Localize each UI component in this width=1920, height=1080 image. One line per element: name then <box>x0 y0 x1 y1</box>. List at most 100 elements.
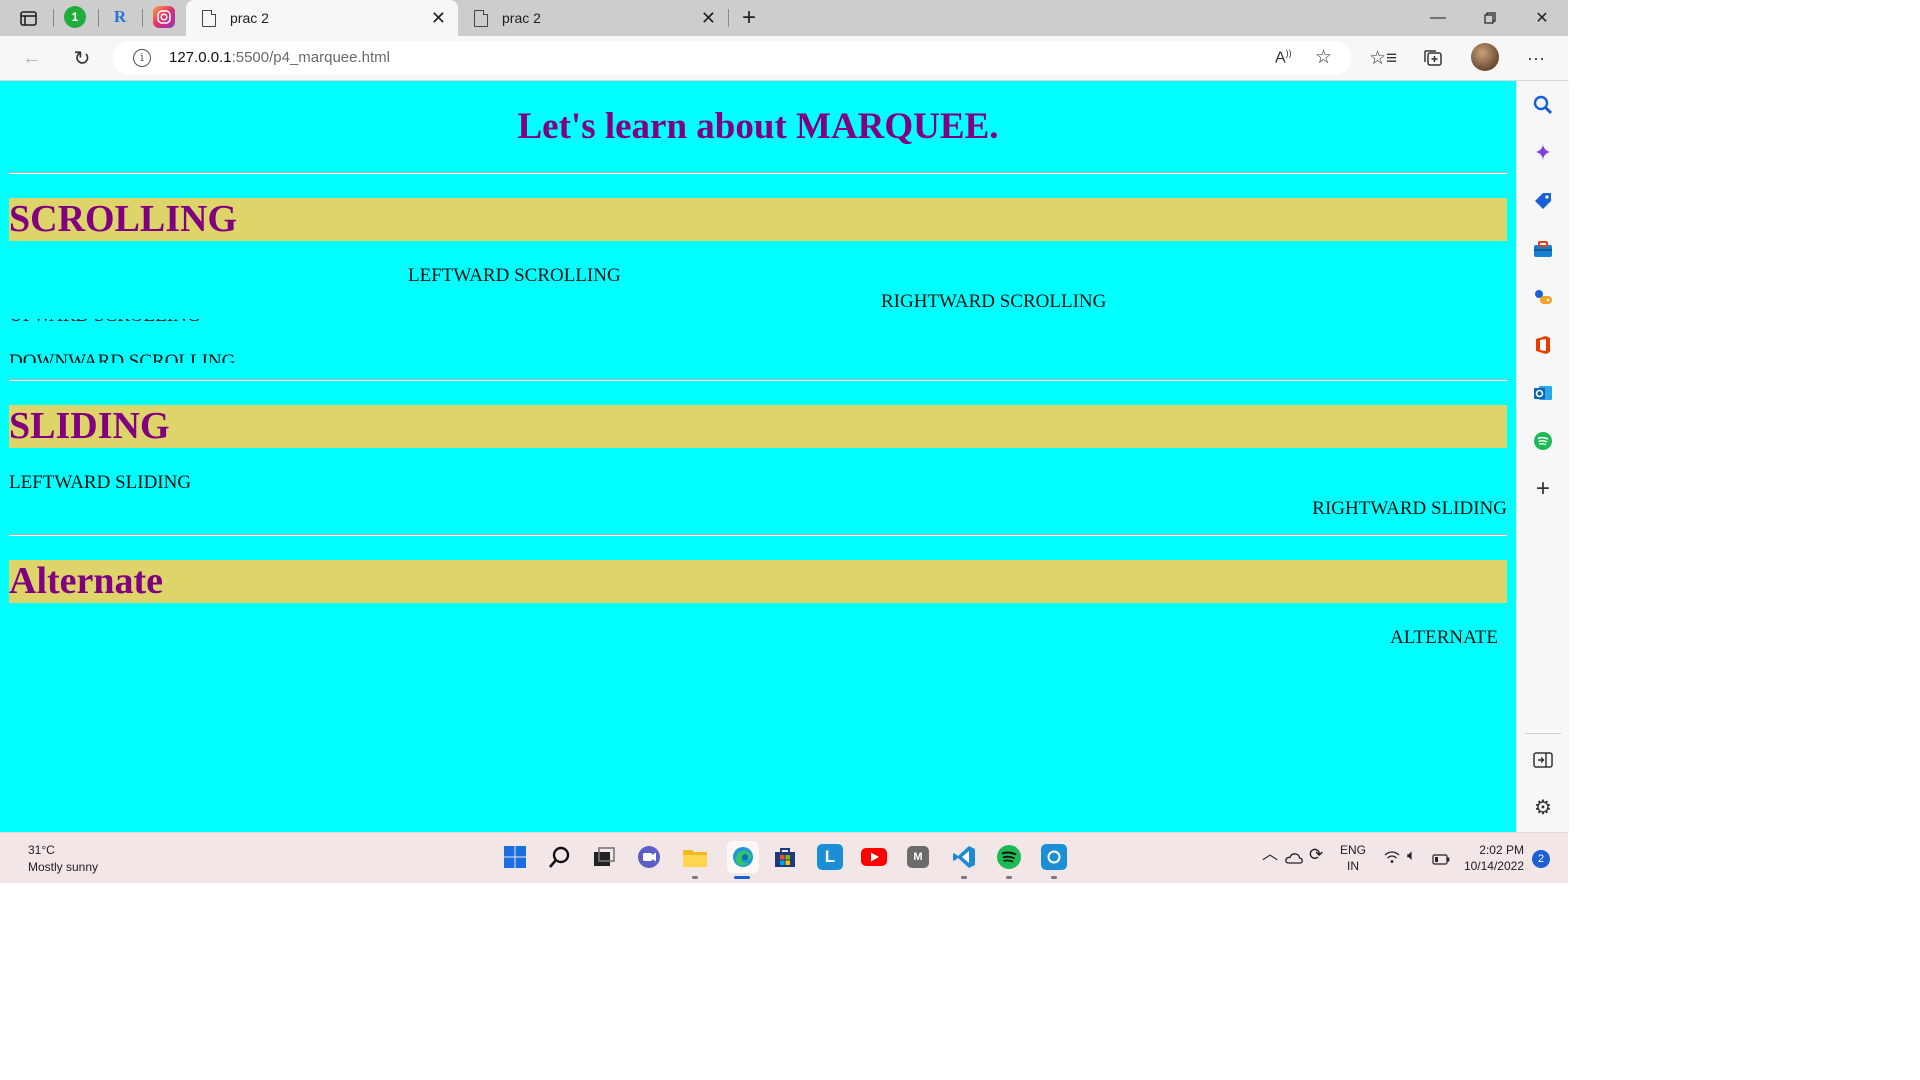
l-app-button[interactable]: L <box>817 844 843 870</box>
pinned-tab-instagram[interactable] <box>153 6 175 28</box>
divider <box>9 379 1507 381</box>
sync-icon: ⟳ <box>1309 845 1324 864</box>
sidebar-spotify-button[interactable] <box>1531 429 1555 453</box>
spotify-icon <box>1534 432 1552 450</box>
chevron-up-icon: ︿ <box>1262 846 1279 863</box>
sidebar-settings-button[interactable]: ⚙ <box>1531 795 1555 819</box>
restore-button[interactable] <box>1464 0 1516 36</box>
document-icon <box>474 9 488 27</box>
l-app-icon: L <box>824 847 836 866</box>
weather-temp: 31°C <box>28 843 55 857</box>
show-hidden-icons-button[interactable]: ︿ <box>1262 847 1278 863</box>
add-favorite-icon[interactable]: ☆ <box>1315 46 1332 69</box>
plus-icon: + <box>741 4 756 31</box>
clock-date: 10/14/2022 <box>1463 859 1524 873</box>
copilot-icon: ✦ <box>1533 140 1553 165</box>
marquee-leftward-sliding: LEFTWARD SLIDING <box>9 472 192 493</box>
favorites-button[interactable]: ☆≡ <box>1368 44 1398 72</box>
close-tab-icon[interactable]: ✕ <box>431 8 446 29</box>
sidebar-office-button[interactable] <box>1531 333 1555 357</box>
divider <box>9 172 1507 174</box>
edge-button[interactable] <box>727 841 759 873</box>
clock-time: 2:02 PM <box>1479 843 1524 857</box>
sidebar-outlook-button[interactable] <box>1531 381 1555 405</box>
favorites-icon: ☆≡ <box>1368 47 1398 69</box>
sidebar-copilot-button[interactable]: ✦ <box>1531 140 1555 165</box>
settings-more-button[interactable]: ··· <box>1521 44 1551 72</box>
restore-icon <box>1484 12 1496 24</box>
back-arrow-icon: ← <box>22 46 42 69</box>
notification-badge[interactable]: 2 <box>1532 850 1550 868</box>
sidebar-tools-button[interactable] <box>1531 237 1555 261</box>
new-tab-button[interactable]: + <box>734 4 764 32</box>
shopping-tag-icon <box>1535 193 1551 209</box>
section-heading-alternate: Alternate <box>9 560 1507 603</box>
tab-actions-button[interactable] <box>13 4 43 32</box>
close-tab-icon[interactable]: ✕ <box>701 8 716 29</box>
file-explorer-icon <box>683 850 707 867</box>
language-indicator[interactable]: ENG IN <box>1340 842 1366 874</box>
address-bar[interactable]: i 127.0.0.1:5500/p4_marquee.html A)) ☆ <box>113 41 1351 75</box>
tab-separator <box>142 9 143 27</box>
volume-button[interactable]: 🔈︎ <box>1407 848 1416 864</box>
file-explorer-button[interactable] <box>682 844 708 870</box>
browser-toolbar: ← ↻ i 127.0.0.1:5500/p4_marquee.html A))… <box>0 36 1568 81</box>
sidebar-divider <box>1525 733 1561 734</box>
onedrive-button[interactable] <box>1285 851 1303 869</box>
spotify-taskbar-button[interactable] <box>996 844 1022 870</box>
youtube-button[interactable] <box>861 844 887 870</box>
sidebar-add-button[interactable]: + <box>1531 475 1555 502</box>
weather-widget[interactable]: 31°C Mostly sunny <box>28 842 98 876</box>
outlook-icon <box>1534 386 1552 400</box>
section-heading-sliding: SLIDING <box>9 405 1507 448</box>
read-aloud-icon[interactable]: A)) <box>1275 48 1292 67</box>
store-icon <box>775 848 795 867</box>
back-button[interactable]: ← <box>17 44 47 72</box>
tab-prac-2[interactable]: prac 2 ✕ <box>458 0 728 36</box>
sidebar-split-screen-button[interactable] <box>1531 748 1555 772</box>
language-code: ENG <box>1340 843 1367 857</box>
sync-button[interactable]: ⟳ <box>1309 845 1324 864</box>
wifi-button[interactable] <box>1384 850 1400 869</box>
windows-taskbar: 31°C Mostly sunny L M ︿ ⟳ ENG IN 🔈︎ 2:02… <box>0 832 1568 883</box>
url-text[interactable]: 127.0.0.1:5500/p4_marquee.html <box>169 49 390 66</box>
wifi-icon <box>1384 851 1400 863</box>
tools-icon <box>1534 241 1552 257</box>
battery-button[interactable] <box>1432 852 1450 870</box>
close-window-button[interactable]: ✕ <box>1516 0 1568 36</box>
tab-prac-2-active[interactable]: prac 2 ✕ <box>186 0 458 36</box>
marquee-rightward-sliding: RIGHTWARD SLIDING <box>1312 498 1507 519</box>
page-viewport: Let's learn about MARQUEE. SCROLLING LEF… <box>0 81 1516 832</box>
store-button[interactable] <box>772 844 798 870</box>
minimize-button[interactable]: — <box>1412 0 1464 36</box>
profile-avatar[interactable] <box>1471 43 1499 71</box>
start-button[interactable] <box>502 844 528 870</box>
site-info-icon[interactable]: i <box>133 49 151 67</box>
pinned-tab-r[interactable]: R <box>109 6 131 28</box>
page-title: Let's learn about MARQUEE. <box>517 106 999 147</box>
taskbar-search-button[interactable] <box>547 844 573 870</box>
teams-chat-button[interactable] <box>636 844 662 870</box>
tab-title: prac 2 <box>502 10 541 26</box>
sidebar-search-button[interactable] <box>1531 93 1555 117</box>
vscode-button[interactable] <box>951 844 977 870</box>
pinned-tab-green-badge[interactable]: 1 <box>64 6 86 28</box>
collections-icon <box>1424 50 1442 66</box>
collections-button[interactable] <box>1418 44 1448 72</box>
sidebar-games-button[interactable] <box>1531 285 1555 309</box>
instagram-icon <box>157 10 171 24</box>
search-icon <box>549 846 570 868</box>
section-heading-scrolling: SCROLLING <box>9 198 1507 241</box>
clock[interactable]: 2:02 PM 10/14/2022 <box>1458 842 1524 874</box>
marquee-downward-clip: DOWNWARD SCROLLING <box>9 351 409 363</box>
sidebar-shopping-button[interactable] <box>1531 189 1555 213</box>
m-app-button[interactable]: M <box>907 846 929 868</box>
cortana-button[interactable] <box>1041 844 1067 870</box>
refresh-button[interactable]: ↻ <box>67 44 97 72</box>
m-app-icon: M <box>913 851 923 863</box>
running-indicator <box>692 876 698 879</box>
url-path: :5500/p4_marquee.html <box>231 49 390 66</box>
heading-text: SCROLLING <box>9 198 238 240</box>
games-icon <box>1535 290 1552 304</box>
task-view-button[interactable] <box>591 844 617 870</box>
